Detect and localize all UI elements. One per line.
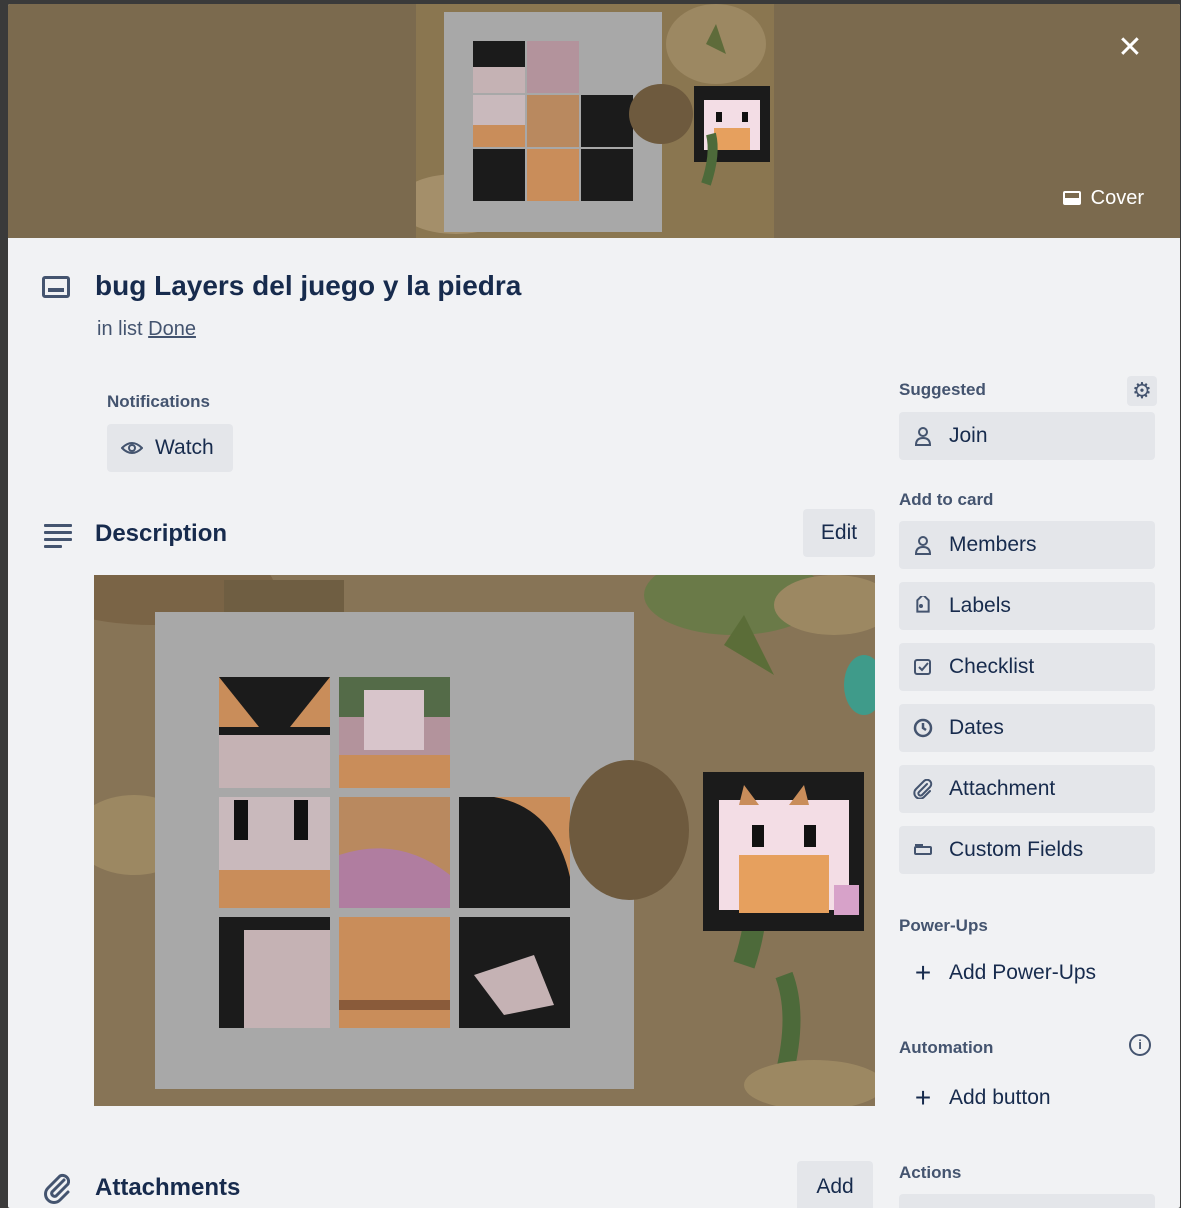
add-powerups-button[interactable]: + Add Power-Ups bbox=[899, 949, 1155, 997]
eye-icon bbox=[121, 442, 143, 454]
attachment-label: Attachment bbox=[949, 777, 1056, 800]
cover-button-label: Cover bbox=[1090, 186, 1144, 209]
plus-icon: + bbox=[914, 957, 932, 988]
labels-button[interactable]: Labels bbox=[899, 582, 1155, 630]
attachment-button[interactable]: Attachment bbox=[899, 765, 1155, 813]
cover-image bbox=[416, 4, 774, 238]
suggested-label: Suggested bbox=[899, 380, 986, 399]
join-label: Join bbox=[949, 424, 988, 447]
cover-button[interactable]: Cover bbox=[1047, 180, 1160, 216]
notifications-label: Notifications bbox=[107, 392, 210, 411]
join-button[interactable]: Join bbox=[899, 412, 1155, 460]
add-powerups-label: Add Power-Ups bbox=[949, 961, 1097, 984]
card-cover: ✕ Cover bbox=[8, 4, 1180, 238]
dates-label: Dates bbox=[949, 716, 1004, 739]
labels-label: Labels bbox=[949, 594, 1011, 617]
card-icon bbox=[42, 276, 70, 298]
description-image[interactable] bbox=[94, 575, 875, 1106]
add-button-button[interactable]: + Add button bbox=[899, 1074, 1155, 1122]
edit-description-button[interactable]: Edit bbox=[803, 509, 875, 557]
dates-button[interactable]: Dates bbox=[899, 704, 1155, 752]
automation-label: Automation bbox=[899, 1038, 994, 1057]
person-icon bbox=[913, 426, 933, 446]
cover-icon bbox=[1062, 191, 1081, 205]
add-to-card-label: Add to card bbox=[899, 490, 994, 509]
description-icon bbox=[44, 524, 72, 552]
checklist-icon bbox=[913, 657, 933, 677]
powerups-label: Power-Ups bbox=[899, 916, 988, 935]
paperclip-icon bbox=[44, 1173, 71, 1204]
add-attachment-button[interactable]: Add bbox=[797, 1161, 873, 1208]
custom-fields-button[interactable]: Custom Fields bbox=[899, 826, 1155, 874]
members-button[interactable]: Members bbox=[899, 521, 1155, 569]
members-label: Members bbox=[949, 533, 1037, 556]
actions-first-button[interactable] bbox=[899, 1194, 1155, 1208]
close-button[interactable]: ✕ bbox=[1110, 28, 1150, 68]
in-list-prefix: in list bbox=[97, 318, 143, 340]
list-link[interactable]: Done bbox=[148, 318, 196, 340]
card-list-info: in list Done bbox=[97, 318, 196, 341]
checklist-label: Checklist bbox=[949, 655, 1035, 678]
clock-icon bbox=[913, 718, 933, 738]
attachments-title: Attachments bbox=[95, 1174, 241, 1201]
checklist-button[interactable]: Checklist bbox=[899, 643, 1155, 691]
info-icon[interactable]: i bbox=[1129, 1034, 1151, 1056]
custom-fields-icon bbox=[913, 840, 933, 860]
card-title[interactable]: bug Layers del juego y la piedra bbox=[95, 270, 521, 302]
paperclip-icon bbox=[913, 779, 933, 799]
watch-button[interactable]: Watch bbox=[107, 424, 233, 472]
person-icon bbox=[913, 535, 933, 555]
custom-fields-label: Custom Fields bbox=[949, 838, 1084, 861]
close-icon: ✕ bbox=[1117, 31, 1143, 64]
label-icon bbox=[913, 596, 933, 616]
description-title: Description bbox=[95, 520, 228, 547]
add-button-label: Add button bbox=[949, 1086, 1051, 1109]
gear-icon[interactable]: ⚙ bbox=[1127, 376, 1157, 406]
watch-label: Watch bbox=[155, 436, 214, 459]
actions-label: Actions bbox=[899, 1163, 962, 1182]
plus-icon: + bbox=[914, 1082, 932, 1113]
card-detail-modal: ✕ Cover bug Layers del juego y la piedra… bbox=[8, 4, 1180, 1208]
